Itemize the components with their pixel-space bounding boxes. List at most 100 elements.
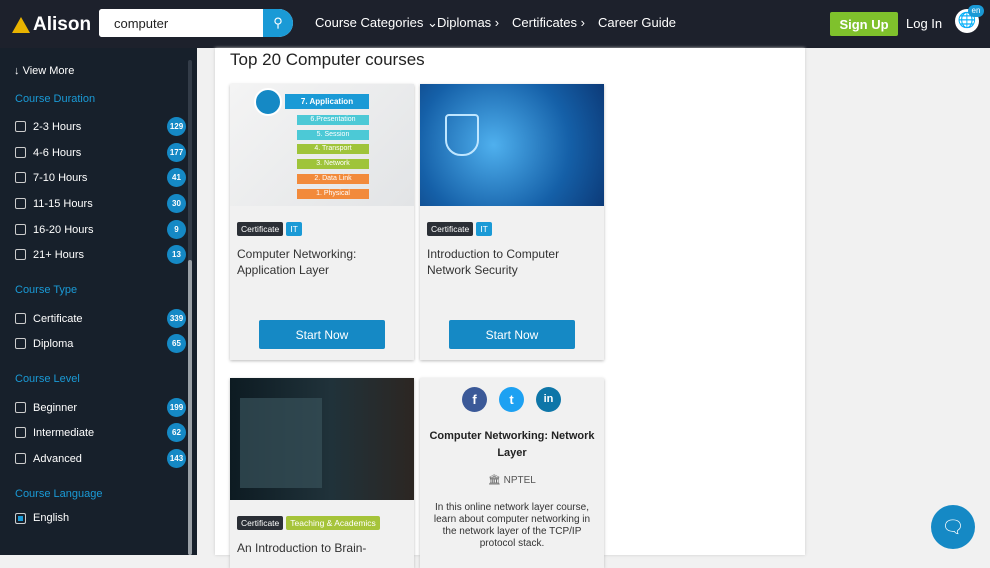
alison-logo[interactable]: Alison — [12, 14, 91, 36]
filter-label: Beginner — [33, 401, 78, 414]
count-badge: 30 — [167, 194, 186, 213]
course-title[interactable]: An Introduction to Brain- — [237, 540, 407, 556]
count-badge: 143 — [167, 449, 186, 468]
count-badge: 199 — [167, 398, 186, 417]
osi-layer: 4. Transport — [297, 144, 369, 155]
search-button[interactable]: ⚲ — [263, 9, 293, 37]
page-title: Top 20 Computer courses — [230, 50, 425, 69]
osi-layer: 5. Session — [297, 129, 369, 140]
course-image — [230, 378, 414, 500]
filter-option[interactable]: English — [15, 512, 186, 524]
monitor-image — [240, 398, 322, 488]
sidebar-scrollbar-thumb[interactable] — [188, 260, 192, 555]
filter-label: Diploma — [33, 337, 74, 350]
filter-option[interactable]: 7-10 Hours 41 — [15, 168, 186, 187]
provider: 🏛 NPTEL — [488, 475, 536, 486]
filter-label: English — [33, 512, 70, 524]
filter-option[interactable]: 2-3 Hours 129 — [15, 117, 186, 136]
course-title[interactable]: Introduction to Computer Network Securit… — [427, 246, 597, 278]
filter-option[interactable]: 4-6 Hours 177 — [15, 143, 186, 162]
course-hover-card[interactable]: f t in Computer Networking: Network Laye… — [420, 378, 604, 568]
course-image — [420, 84, 604, 206]
nav-course-categories[interactable]: Course Categories ⌄ — [315, 15, 438, 31]
chat-button[interactable]: 🗨 — [931, 505, 975, 549]
arrow-down-icon: ↓ — [14, 65, 20, 77]
checkbox[interactable] — [15, 453, 26, 464]
checkbox[interactable] — [15, 147, 26, 158]
logo-text: Alison — [33, 14, 92, 35]
filter-label: 2-3 Hours — [33, 120, 82, 133]
filter-option[interactable]: Diploma 65 — [15, 334, 186, 353]
checkbox[interactable] — [15, 198, 26, 209]
course-card[interactable]: Certificate IT Introduction to Computer N… — [420, 84, 604, 360]
header: Alison ⚲ Course Categories ⌄ Diplomas › … — [0, 0, 990, 48]
filter-label: 16-20 Hours — [33, 223, 94, 236]
checkbox[interactable] — [15, 402, 26, 413]
tag: Teaching & Academics — [286, 516, 380, 530]
osi-layer: 7. Application — [285, 94, 369, 109]
language-badge: en — [968, 5, 984, 17]
osi-layer: 2. Data Link — [297, 174, 369, 184]
nav-certificates[interactable]: Certificates › — [512, 15, 585, 30]
checkbox[interactable] — [15, 338, 26, 349]
filter-label: Advanced — [33, 452, 82, 465]
search-icon: ⚲ — [273, 15, 283, 30]
filter-section-title: Course Language — [15, 488, 103, 500]
tag: IT — [476, 222, 492, 236]
document-icon — [254, 88, 282, 116]
nav-career-guide[interactable]: Career Guide — [598, 15, 676, 30]
count-badge: 65 — [167, 334, 186, 353]
facebook-icon[interactable]: f — [462, 387, 487, 412]
institution-icon: 🏛 — [488, 475, 501, 486]
filter-section-title: Course Level — [15, 373, 80, 385]
course-description: In this online network layer course, lea… — [433, 502, 591, 549]
count-badge: 177 — [167, 143, 186, 162]
count-badge: 62 — [167, 423, 186, 442]
filter-label: 11-15 Hours — [33, 197, 93, 210]
osi-layer: 3. Network — [297, 159, 369, 170]
checkbox[interactable] — [15, 121, 26, 132]
chat-icon: 🗨 — [941, 517, 965, 537]
filter-section-title: Course Duration — [15, 93, 96, 105]
filter-section-title: Course Type — [15, 284, 78, 296]
filter-label: Intermediate — [33, 426, 95, 439]
shield-lock-icon — [445, 114, 479, 156]
tag: Certificate — [427, 222, 474, 236]
linkedin-icon[interactable]: in — [536, 387, 561, 412]
tag: Certificate — [237, 222, 284, 236]
filter-option[interactable]: 21+ Hours 13 — [15, 245, 186, 264]
checkbox[interactable] — [15, 313, 26, 324]
twitter-icon[interactable]: t — [499, 387, 524, 412]
course-card[interactable]: Certificate Teaching & Academics An Intro… — [230, 378, 414, 568]
start-now-button[interactable]: Start Now — [259, 320, 385, 349]
count-badge: 339 — [167, 309, 186, 328]
logo-icon — [12, 17, 30, 33]
nav-diplomas[interactable]: Diplomas › — [437, 15, 499, 30]
osi-layer: 6.Presentation — [297, 114, 369, 125]
checkbox[interactable] — [15, 249, 26, 260]
signup-button[interactable]: Sign Up — [830, 12, 898, 36]
start-now-button[interactable]: Start Now — [449, 320, 575, 349]
osi-layer: 1. Physical — [297, 188, 369, 199]
checkbox[interactable] — [15, 427, 26, 438]
search-input[interactable] — [99, 9, 263, 37]
tag: Certificate — [237, 516, 284, 530]
filter-option[interactable]: Beginner 199 — [15, 398, 186, 417]
view-more-link[interactable]: ↓ View More — [14, 65, 74, 77]
filter-option[interactable]: Intermediate 62 — [15, 423, 186, 442]
checkbox[interactable] — [15, 172, 26, 183]
count-badge: 41 — [167, 168, 186, 187]
filter-option[interactable]: Advanced 143 — [15, 449, 186, 468]
tag: IT — [286, 222, 302, 236]
filter-option[interactable]: 16-20 Hours 9 — [15, 220, 186, 239]
filter-option[interactable]: 11-15 Hours 30 — [15, 194, 186, 213]
course-title[interactable]: Computer Networking: Application Layer — [237, 246, 407, 278]
filter-option[interactable]: Certificate 339 — [15, 309, 186, 328]
checkbox[interactable] — [15, 224, 26, 235]
course-card[interactable]: 7. Application 6.Presentation 5. Session 4.… — [230, 84, 414, 360]
count-badge: 13 — [167, 245, 186, 264]
checkbox[interactable] — [15, 512, 26, 524]
login-link[interactable]: Log In — [906, 16, 942, 31]
count-badge: 9 — [167, 220, 186, 239]
course-title[interactable]: Computer Networking: Network Layer — [425, 428, 599, 462]
